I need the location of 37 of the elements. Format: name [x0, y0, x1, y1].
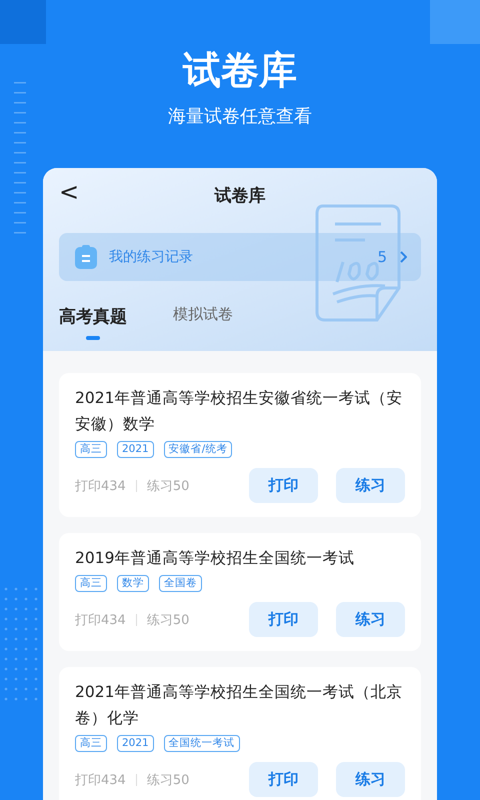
page-title: 试卷库	[214, 184, 266, 206]
action-button[interactable]: 练习	[336, 762, 405, 797]
print-count: 打印434	[75, 772, 126, 788]
paper-title: 2019年普通高等学校招生全国统一考试	[75, 548, 356, 569]
tag: 高三	[75, 575, 107, 592]
tag: 高三	[75, 441, 107, 458]
paper-title: 2021年普通高等学校招生安徽省统一考试（安安徽）数学	[75, 388, 404, 435]
banner-title: 试卷库	[183, 48, 297, 92]
corner-decoration	[0, 0, 46, 44]
chevron-right-icon	[399, 251, 407, 263]
action-button[interactable]: 练习	[336, 602, 405, 637]
practice-record-row[interactable]: 我的练习记录 5	[59, 233, 421, 281]
tab[interactable]: 高考真题	[59, 305, 127, 341]
paper-title: 2021年普通高等学校招生全国统一考试（北京卷）化学	[75, 682, 404, 729]
practice-count: 练习50	[146, 612, 190, 628]
action-button[interactable]: 打印	[249, 762, 318, 797]
print-count: 打印434	[75, 612, 126, 628]
action-button[interactable]: 练习	[336, 468, 405, 503]
tag: 2021	[117, 735, 154, 752]
practice-count: 练习50	[146, 772, 190, 788]
tag: 全国统一考试	[164, 735, 240, 752]
print-count: 打印434	[75, 478, 126, 494]
tag: 全国卷	[159, 575, 202, 592]
tag: 数学	[117, 575, 149, 592]
tag: 2021	[117, 441, 154, 458]
action-button[interactable]: 打印	[249, 602, 318, 637]
record-label: 我的练习记录	[109, 248, 194, 266]
tag: 安徽省/统考	[164, 441, 232, 458]
practice-count: 练习50	[146, 478, 190, 494]
banner-subtitle: 海量试卷任意查看	[168, 106, 312, 128]
tab[interactable]: 模拟试卷	[173, 305, 233, 341]
corner-decoration	[430, 0, 480, 44]
tag: 高三	[75, 735, 107, 752]
clipboard-icon	[75, 245, 97, 269]
action-button[interactable]: 打印	[249, 468, 318, 503]
record-count: 5	[377, 248, 387, 266]
back-button[interactable]: <	[55, 178, 84, 206]
